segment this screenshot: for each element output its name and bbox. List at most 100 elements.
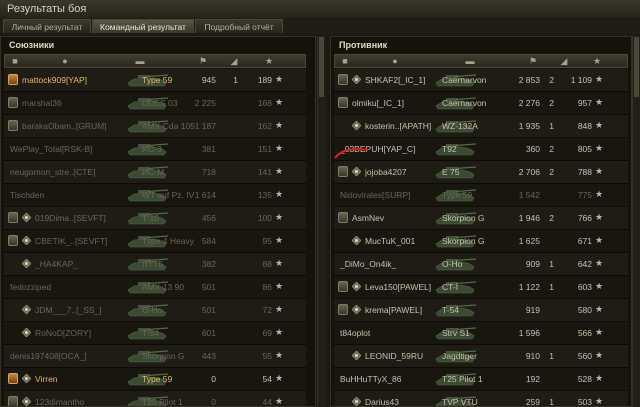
player-name[interactable]: SHKAF2[_IC_1] [365, 75, 434, 85]
xp-star-icon: ★ [595, 327, 604, 337]
player-row[interactable]: LEONID_59RU Jagdtiger 910 1 560 ★ [334, 345, 628, 368]
player-name[interactable]: Leva150[PAWEL] [365, 282, 434, 292]
player-row[interactable]: RoNoD[ZORY] T-54 601 69 ★ [4, 322, 306, 345]
player-name[interactable]: _DiMo_On4ik_ [340, 259, 434, 269]
player-row[interactable]: _03BEPUH[YAP_C] T92 360 2 805 ★ [334, 138, 628, 161]
player-name[interactable]: MucTuK_001 [365, 236, 434, 246]
player-name[interactable]: denis197408[OCA_] [10, 351, 122, 361]
xp-value: 54 [262, 374, 272, 384]
player-name[interactable]: LEONID_59RU [365, 351, 434, 361]
badge-icon[interactable]: ■ [10, 56, 20, 66]
player-name[interactable]: olmiku[_IC_1] [352, 98, 434, 108]
player-row[interactable]: _DiMo_On4ik_ O-Ho 909 1 642 ★ [334, 253, 628, 276]
player-name[interactable]: t84oplot [340, 328, 434, 338]
player-row[interactable]: krema[PAWEL] T-54 919 580 ★ [334, 299, 628, 322]
xp-star-icon[interactable]: ★ [263, 56, 275, 66]
damage-icon[interactable]: ⚑ [527, 56, 539, 66]
player-name[interactable]: RoNoD[ZORY] [35, 328, 122, 338]
player-name[interactable]: BuHHuTTyX_86 [340, 374, 434, 384]
player-name[interactable]: mattock909[YAP] [22, 75, 122, 85]
kills-icon[interactable]: ◢ [557, 56, 571, 66]
xp-star-icon: ★ [595, 258, 604, 268]
player-row[interactable]: olmiku[_IC_1] Caernarvon 2 276 2 957 ★ [334, 92, 628, 115]
player-name[interactable]: neugomon_stre..[CTE] [10, 167, 122, 177]
allies-scroll-thumb[interactable] [319, 37, 324, 97]
player-row[interactable]: AsmNev Skorpion G 1 946 2 766 ★ [334, 207, 628, 230]
player-name[interactable]: Virren [35, 374, 122, 384]
vehicle-name: Type 59 [442, 190, 473, 200]
enemies-title: Противник [339, 40, 388, 50]
kills-value: 1 [549, 259, 554, 269]
player-row[interactable]: marshal36 UDES 03 2 225 168 ★ [4, 92, 306, 115]
player-row[interactable]: barakaObam..[GRUM] AMX Cda 105 1 187 162 ★ [4, 115, 306, 138]
vehicle-name: T25 Pilot 1 [442, 374, 483, 384]
vehicle-icon[interactable]: ▬ [463, 56, 477, 66]
xp-value: 566 [577, 328, 592, 338]
tab-team[interactable]: Командный результат [92, 19, 194, 33]
damage-icon[interactable]: ⚑ [197, 56, 209, 66]
player-name[interactable]: AsmNev [352, 213, 434, 223]
player-row[interactable]: 123dimantho T25 Pilot 1 0 44 ★ [4, 391, 306, 407]
xp-star-icon: ★ [595, 235, 604, 245]
player-row[interactable]: fedozziped AMX 13 90 501 86 ★ [4, 276, 306, 299]
player-name[interactable]: marshal36 [22, 98, 122, 108]
tab-personal[interactable]: Личный результат [3, 19, 91, 33]
damage-value: 501 [201, 282, 216, 292]
player-row[interactable]: kosterin..[APATH] WZ-132A 1 935 1 848 ★ [334, 115, 628, 138]
xp-star-icon[interactable]: ★ [591, 56, 603, 66]
vehicle-icon[interactable]: ▬ [133, 56, 147, 66]
kills-value: 1 [549, 121, 554, 131]
badge-icon[interactable]: ■ [340, 56, 350, 66]
player-name[interactable]: Nidovirales[SURP] [340, 190, 434, 200]
player-row[interactable]: jojoba4207 E 75 2 706 2 788 ★ [334, 161, 628, 184]
allies-title: Союзники [9, 40, 55, 50]
player-row[interactable]: BuHHuTTyX_86 T25 Pilot 1 192 528 ★ [334, 368, 628, 391]
player-name[interactable]: krema[PAWEL] [365, 305, 434, 315]
player-row[interactable]: t84oplot Strv S1 1 596 566 ★ [334, 322, 628, 345]
player-row[interactable]: WePlay_Total[RSK-B] ИС-3 381 151 ★ [4, 138, 306, 161]
player-row[interactable]: SHKAF2[_IC_1] Caernarvon 2 853 2 1 109 ★ [334, 69, 628, 92]
player-name[interactable]: JDM___7..[_SS_] [35, 305, 122, 315]
player-row[interactable]: _HA4KAP_ ЛТТБ 382 88 ★ [4, 253, 306, 276]
player-row[interactable]: Tischden WT auf Pz. IV 1 614 135 ★ [4, 184, 306, 207]
damage-value: 501 [201, 305, 216, 315]
platoon-icon [21, 304, 32, 315]
allies-scrollbar[interactable] [317, 36, 326, 407]
player-icon[interactable]: ● [60, 56, 70, 66]
player-row[interactable]: Darius43 TVP VTU 259 1 503 ★ [334, 391, 628, 406]
damage-value: 2 706 [518, 167, 540, 177]
rank-badge-icon [8, 235, 18, 246]
vehicle-name: T25 Pilot 1 [142, 397, 183, 407]
player-row[interactable]: neugomon_stre..[CTE] ИС-М 718 141 ★ [4, 161, 306, 184]
player-row[interactable]: JDM___7..[_SS_] O-Ho 501 72 ★ [4, 299, 306, 322]
tab-detailed[interactable]: Подробный отчёт [195, 19, 283, 33]
player-row[interactable]: Leva150[PAWEL] CT-I 1 122 1 603 ★ [334, 276, 628, 299]
player-row[interactable]: 019Dima..[SEVFT] T-10 456 100 ★ [4, 207, 306, 230]
player-name[interactable]: 123dimantho [35, 397, 122, 406]
xp-value: 671 [577, 236, 592, 246]
player-name[interactable]: CBETIK_..[SEVFT] [35, 236, 122, 246]
player-row[interactable]: MucTuK_001 Skorpion G 1 625 671 ★ [334, 230, 628, 253]
player-name[interactable]: kosterin..[APATH] [365, 121, 434, 131]
player-name[interactable]: _HA4KAP_ [35, 259, 122, 269]
player-icon[interactable]: ● [390, 56, 400, 66]
xp-star-icon: ★ [595, 304, 604, 314]
xp-star-icon: ★ [595, 120, 604, 130]
player-name[interactable]: Tischden [10, 190, 122, 200]
player-row[interactable]: mattock909[YAP] Type 59 945 1 189 ★ [4, 69, 306, 92]
kills-icon[interactable]: ◢ [227, 56, 241, 66]
xp-star-icon: ★ [595, 212, 604, 222]
enemies-scrollbar[interactable] [632, 36, 640, 407]
player-name[interactable]: WePlay_Total[RSK-B] [10, 144, 122, 154]
player-row[interactable]: denis197408[OCA_] Skorpion G 443 55 ★ [4, 345, 306, 368]
player-name[interactable]: jojoba4207 [365, 167, 434, 177]
enemies-scroll-thumb[interactable] [634, 37, 639, 97]
player-name[interactable]: Darius43 [365, 397, 434, 406]
player-name[interactable]: fedozziped [10, 282, 122, 292]
player-name[interactable]: 019Dima..[SEVFT] [35, 213, 122, 223]
player-row[interactable]: CBETIK_..[SEVFT] Type 4 Heavy 584 95 ★ [4, 230, 306, 253]
player-row[interactable]: Nidovirales[SURP] Type 59 1 542 775 ★ [334, 184, 628, 207]
player-name[interactable]: barakaObam..[GRUM] [22, 121, 122, 131]
player-row[interactable]: Virren Type 59 0 54 ★ [4, 368, 306, 391]
xp-value: 44 [262, 397, 272, 407]
